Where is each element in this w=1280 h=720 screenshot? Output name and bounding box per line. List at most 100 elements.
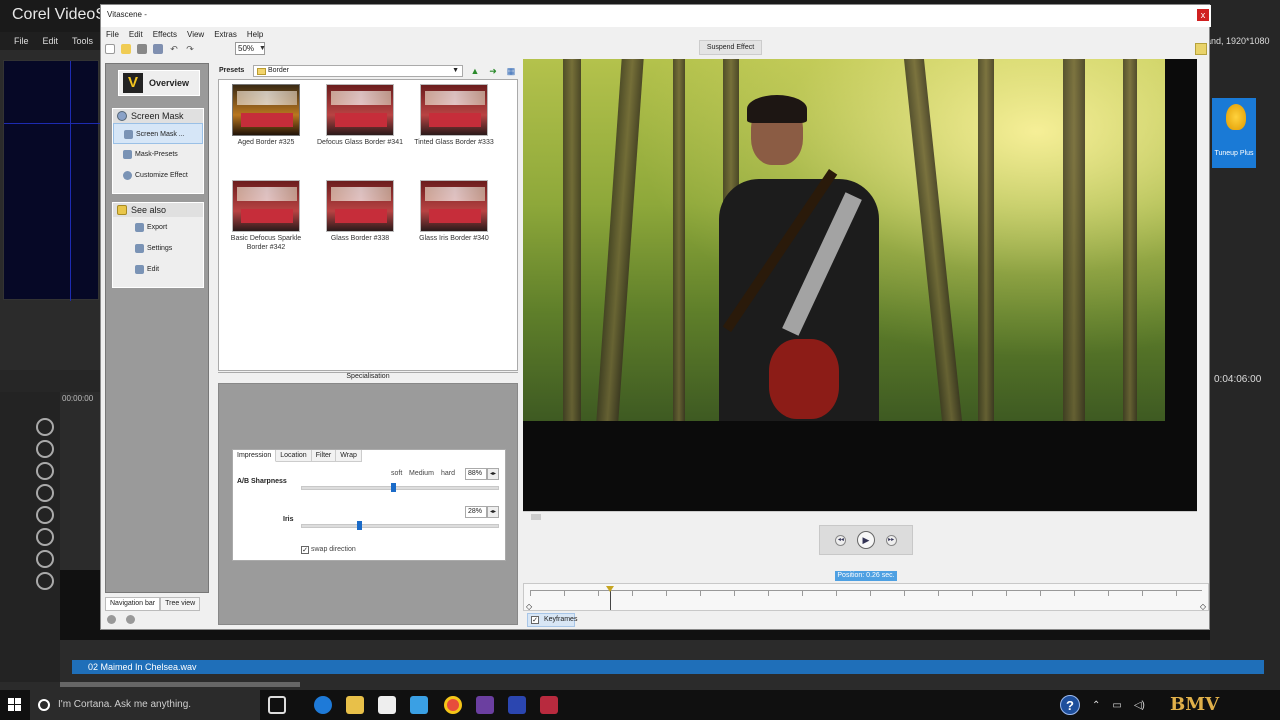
nav-item-edit[interactable]: Edit: [113, 259, 203, 280]
cortana-search[interactable]: I'm Cortana. Ask me anything.: [30, 690, 260, 720]
preset-name: Glass Border #338: [330, 235, 390, 242]
chrome-icon[interactable]: [444, 696, 462, 714]
open-folder-icon[interactable]: [121, 44, 131, 54]
iris-value[interactable]: 28%: [465, 506, 487, 518]
keyframe-icon[interactable]: ◇: [526, 602, 532, 611]
iris-slider[interactable]: [301, 521, 499, 530]
preview-horizontal-scrollbar[interactable]: [523, 511, 1197, 521]
track-icon[interactable]: [36, 550, 54, 568]
rewind-icon[interactable]: ◂◂: [835, 534, 847, 546]
tab-wrap[interactable]: Wrap: [336, 450, 362, 462]
ab-sharpness-spinner[interactable]: ◂▸: [487, 468, 499, 480]
presets-folder-select[interactable]: Border ▼: [253, 65, 463, 77]
play-icon[interactable]: ▶: [856, 531, 875, 549]
nav-item-mask-presets[interactable]: Mask-Presets: [113, 144, 203, 165]
menu-edit[interactable]: Edit: [129, 30, 143, 39]
keyframes-checkbox[interactable]: ✓: [531, 616, 539, 624]
print-icon[interactable]: [153, 44, 163, 54]
preset-item[interactable]: Glass Border #338: [315, 180, 405, 243]
timeline-scrollbar[interactable]: [60, 682, 300, 687]
task-view-icon[interactable]: [268, 696, 286, 714]
menu-extras[interactable]: Extras: [214, 30, 237, 39]
tab-location[interactable]: Location: [276, 450, 312, 462]
library-item-tuneup[interactable]: Tuneup Plus: [1212, 98, 1256, 168]
menu-view[interactable]: View: [187, 30, 204, 39]
folder-icon: [117, 205, 127, 215]
suspend-effect-button[interactable]: Suspend Effect: [699, 40, 762, 55]
corel-menu-edit[interactable]: Edit: [43, 36, 59, 46]
close-button[interactable]: x: [1197, 9, 1209, 21]
app-icon[interactable]: [508, 696, 526, 714]
file-explorer-icon[interactable]: [346, 696, 364, 714]
network-icon[interactable]: ▭: [1112, 700, 1121, 711]
menu-effects[interactable]: Effects: [153, 30, 177, 39]
view-icon[interactable]: ▦: [505, 65, 517, 77]
preset-item[interactable]: Basic Defocus Sparkle Border #342: [221, 180, 311, 252]
track-icon[interactable]: [36, 528, 54, 546]
playhead-marker[interactable]: [606, 586, 614, 610]
track-icon[interactable]: [36, 418, 54, 436]
keyframes-toggle[interactable]: ✓ Keyframes: [527, 613, 577, 627]
tab-filter[interactable]: Filter: [311, 450, 337, 462]
track-icon[interactable]: [36, 506, 54, 524]
volume-icon[interactable]: ◁): [1134, 700, 1145, 711]
transport-controls: ◂◂ ▶ ▸▸: [819, 525, 913, 555]
chevron-down-icon[interactable]: ▼: [259, 45, 266, 52]
preview-vertical-scrollbar[interactable]: [1197, 59, 1209, 511]
info-icon[interactable]: [1195, 43, 1207, 55]
folder-up-icon[interactable]: ▲: [469, 65, 481, 77]
corel-menu-tools[interactable]: Tools: [72, 36, 93, 46]
save-icon[interactable]: [137, 44, 147, 54]
overview-button[interactable]: V Overview: [118, 70, 200, 96]
keyframe-icon[interactable]: ◇: [1200, 602, 1206, 611]
track-icon[interactable]: [36, 462, 54, 480]
redo-icon[interactable]: ↷: [185, 44, 195, 54]
ab-sharpness-slider[interactable]: [301, 483, 499, 492]
iris-spinner[interactable]: ◂▸: [487, 506, 499, 518]
preset-thumbnail: [326, 180, 394, 232]
navigation-bar: V Overview Screen Mask Screen Mask ... M…: [105, 63, 209, 593]
tab-tree-view[interactable]: Tree view: [160, 597, 201, 611]
corel-app-title: Corel VideoS: [12, 6, 106, 23]
app-icon[interactable]: [540, 696, 558, 714]
ab-sharpness-value[interactable]: 88%: [465, 468, 487, 480]
swap-direction-checkbox[interactable]: ✓: [301, 546, 309, 554]
preset-item[interactable]: Defocus Glass Border #341: [315, 84, 405, 147]
menu-file[interactable]: File: [106, 30, 119, 39]
keyframe-timeline[interactable]: ◇ ◇: [523, 583, 1209, 611]
nav-item-export[interactable]: Export: [113, 217, 203, 238]
windows-start-icon[interactable]: [8, 698, 22, 712]
edge-icon[interactable]: [314, 696, 332, 714]
go-icon[interactable]: ➜: [487, 65, 499, 77]
audio-clip[interactable]: 02 Maimed In Chelsea.wav: [72, 660, 1264, 674]
store-icon[interactable]: [378, 696, 396, 714]
status-dot: [126, 615, 135, 624]
track-icon[interactable]: [36, 440, 54, 458]
preset-item[interactable]: Aged Border #325: [221, 84, 311, 147]
app-icon[interactable]: [476, 696, 494, 714]
help-icon[interactable]: ?: [1060, 695, 1080, 715]
preset-item[interactable]: Glass Iris Border #340: [409, 180, 499, 243]
position-label: Position: 0.26 sec.: [835, 571, 897, 581]
track-icon[interactable]: [36, 572, 54, 590]
ab-sharpness-thumb[interactable]: [391, 483, 396, 492]
screen-mask-header[interactable]: Screen Mask: [113, 109, 203, 123]
app-icon[interactable]: [410, 696, 428, 714]
tab-navigation-bar[interactable]: Navigation bar: [105, 597, 161, 611]
chevron-up-icon[interactable]: ⌃: [1092, 700, 1100, 711]
nav-item-settings[interactable]: Settings: [113, 238, 203, 259]
see-also-header[interactable]: See also: [113, 203, 203, 217]
iris-thumb[interactable]: [357, 521, 362, 530]
new-icon[interactable]: [105, 44, 115, 54]
nav-item-screen-mask[interactable]: Screen Mask ...: [113, 123, 203, 144]
undo-icon[interactable]: ↶: [169, 44, 179, 54]
preview-video-frame: [523, 59, 1165, 421]
presets-grid: Aged Border #325 Defocus Glass Border #3…: [218, 79, 518, 371]
nav-item-customize-effect[interactable]: Customize Effect: [113, 165, 203, 186]
tab-impression[interactable]: Impression: [233, 450, 277, 462]
track-icon[interactable]: [36, 484, 54, 502]
preset-item[interactable]: Tinted Glass Border #333: [409, 84, 499, 147]
corel-menu-file[interactable]: File: [14, 36, 29, 46]
menu-help[interactable]: Help: [247, 30, 263, 39]
forward-icon[interactable]: ▸▸: [885, 534, 897, 546]
